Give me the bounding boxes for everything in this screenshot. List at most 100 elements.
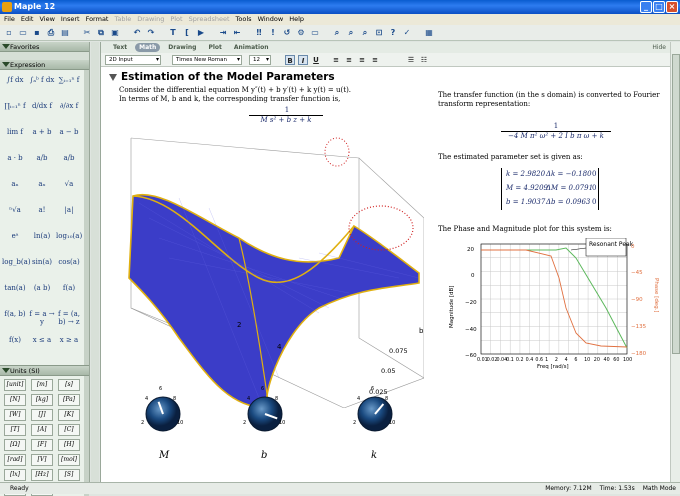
expression-palette-item[interactable]: eᵃ [2, 232, 28, 240]
unit-palette-item[interactable]: [V] [31, 454, 53, 466]
expression-palette-item[interactable]: f = a → y [29, 310, 55, 326]
zoom-fit-icon[interactable]: ⊡ [373, 27, 385, 39]
new-icon[interactable]: ▫ [3, 27, 15, 39]
expression-palette-item[interactable]: tan(a) [2, 284, 28, 292]
document-area[interactable]: Text Math Drawing Plot Animation Hide 2D… [100, 42, 670, 482]
expression-palette-item[interactable]: f = (a, b) → z [56, 310, 82, 326]
bold-button[interactable]: B [285, 54, 295, 65]
expression-palette-item[interactable]: ln(a) [29, 232, 55, 240]
expression-palette-item[interactable]: a! [29, 206, 55, 214]
expression-palette-item[interactable]: f(x) [2, 336, 28, 344]
tab-drawing[interactable]: Drawing [164, 43, 200, 52]
justify-button[interactable]: ≡ [370, 55, 380, 65]
tab-animation[interactable]: Animation [230, 43, 273, 52]
copy-icon[interactable]: ⧉ [95, 27, 107, 39]
expression-palette-item[interactable]: lim f [2, 128, 28, 136]
unit-palette-item[interactable]: [H] [58, 439, 80, 451]
expression-palette-item[interactable]: |a| [56, 206, 82, 214]
menu-tools[interactable]: Tools [234, 14, 254, 25]
expression-palette-scrollbar[interactable] [84, 70, 89, 365]
expression-palette-item[interactable]: ∑ᵢ₌₁ⁿ f [56, 76, 82, 84]
text-mode-icon[interactable]: T [167, 27, 179, 39]
execute-all-icon[interactable]: ‼ [253, 27, 265, 39]
menu-edit[interactable]: Edit [19, 14, 36, 25]
unit-palette-item[interactable]: [J] [31, 409, 53, 421]
expression-palette-item[interactable]: cos(a) [56, 258, 82, 266]
expression-palette-item[interactable]: ∫f dx [2, 76, 28, 84]
expression-palette-item[interactable]: f(a, b) [2, 310, 28, 318]
zoom-150-icon[interactable]: ⌕ [345, 27, 357, 39]
unit-palette-item[interactable]: [Pa] [58, 394, 80, 406]
unit-palette-item[interactable]: [m] [31, 379, 53, 391]
execute-group-icon[interactable]: ▶ [195, 27, 207, 39]
undo-icon[interactable]: ↶ [131, 27, 143, 39]
zoom-100-icon[interactable]: ⌕ [331, 27, 343, 39]
unit-palette-item[interactable]: [S] [58, 469, 80, 481]
open-icon[interactable]: ▭ [17, 27, 29, 39]
redo-icon[interactable]: ↷ [145, 27, 157, 39]
close-button[interactable]: × [666, 1, 678, 13]
menu-plot[interactable]: Plot [168, 14, 184, 25]
outdent-icon[interactable]: ⇤ [231, 27, 243, 39]
unit-palette-item[interactable]: [rad] [4, 454, 26, 466]
collapse-icon[interactable]: ▭ [309, 27, 321, 39]
menu-window[interactable]: Window [256, 14, 286, 25]
indent-icon[interactable]: ⇥ [217, 27, 229, 39]
bode-plot[interactable]: Resonant Peak Magnitude [dB] Phase [deg.… [441, 238, 661, 370]
print-icon[interactable]: ⎙ [45, 27, 57, 39]
menu-format[interactable]: Format [84, 14, 111, 25]
help-icon[interactable]: ? [387, 27, 399, 39]
expression-palette-item[interactable]: x ≤ a [29, 336, 55, 344]
hide-button[interactable]: Hide [652, 44, 666, 51]
expression-palette-item[interactable]: aₓ [29, 180, 55, 188]
menu-spreadsheet[interactable]: Spreadsheet [187, 14, 232, 25]
surface-plot-3d[interactable]: 2 4 0.075 0.05 0.025 b [119, 108, 424, 408]
unit-palette-item[interactable]: [F] [31, 439, 53, 451]
units-palette-scrollbar[interactable] [84, 376, 89, 496]
print-preview-icon[interactable]: ▤ [59, 27, 71, 39]
menu-view[interactable]: View [37, 14, 56, 25]
expression-palette-item[interactable]: a + b [29, 128, 55, 136]
panel-splitter[interactable] [91, 42, 99, 482]
expression-palette-item[interactable]: sin(a) [29, 258, 55, 266]
unit-palette-item[interactable]: [unit] [4, 379, 26, 391]
section-title[interactable]: Estimation of the Model Parameters [109, 71, 335, 83]
tab-math[interactable]: Math [135, 43, 161, 52]
unit-palette-item[interactable]: [mol] [58, 454, 80, 466]
cut-icon[interactable]: ✂ [81, 27, 93, 39]
menu-insert[interactable]: Insert [59, 14, 82, 25]
underline-button[interactable]: U [311, 55, 321, 65]
input-mode-select[interactable]: 2D Input [105, 54, 161, 65]
expression-palette-item[interactable]: ∫ₐᵇ f dx [29, 76, 55, 84]
expression-palette-item[interactable]: a/b [56, 154, 82, 162]
zoom-200-icon[interactable]: ⌕ [359, 27, 371, 39]
expression-palette-item[interactable]: d/dx f [29, 102, 55, 110]
size-select[interactable]: 12 [249, 54, 271, 65]
expression-palette-item[interactable]: √a [56, 180, 82, 188]
math-mode-icon[interactable]: [ [181, 27, 193, 39]
expression-palette-item[interactable]: ∏ᵢ₌₁ⁿ f [2, 102, 28, 110]
expression-palette-item[interactable]: x ≥ a [56, 336, 82, 344]
document-scrollbar[interactable] [670, 42, 680, 482]
align-left-button[interactable]: ≡ [331, 55, 341, 65]
menu-file[interactable]: File [2, 14, 17, 25]
expression-palette-item[interactable]: a · b [2, 154, 28, 162]
menu-drawing[interactable]: Drawing [135, 14, 166, 25]
numbered-list-button[interactable]: ☷ [419, 55, 429, 65]
unit-palette-item[interactable]: [T] [4, 424, 26, 436]
unit-palette-item[interactable]: [A] [31, 424, 53, 436]
expression-palette-item[interactable]: a − b [56, 128, 82, 136]
minimize-button[interactable]: _ [640, 1, 652, 13]
tab-text[interactable]: Text [109, 43, 131, 52]
unit-palette-item[interactable]: [C] [58, 424, 80, 436]
scrollbar-thumb[interactable] [672, 54, 680, 354]
check-icon[interactable]: ✓ [401, 27, 413, 39]
stop-icon[interactable]: ! [267, 27, 279, 39]
unit-palette-item[interactable]: [Ω] [4, 439, 26, 451]
expression-palette-item[interactable]: log_b(a) [2, 258, 31, 266]
unit-palette-item[interactable]: [s] [58, 379, 80, 391]
expression-palette-item[interactable]: ⁿ√a [2, 206, 28, 214]
maximize-button[interactable]: □ [653, 1, 665, 13]
align-center-button[interactable]: ≡ [344, 55, 354, 65]
save-icon[interactable]: ▪ [31, 27, 43, 39]
